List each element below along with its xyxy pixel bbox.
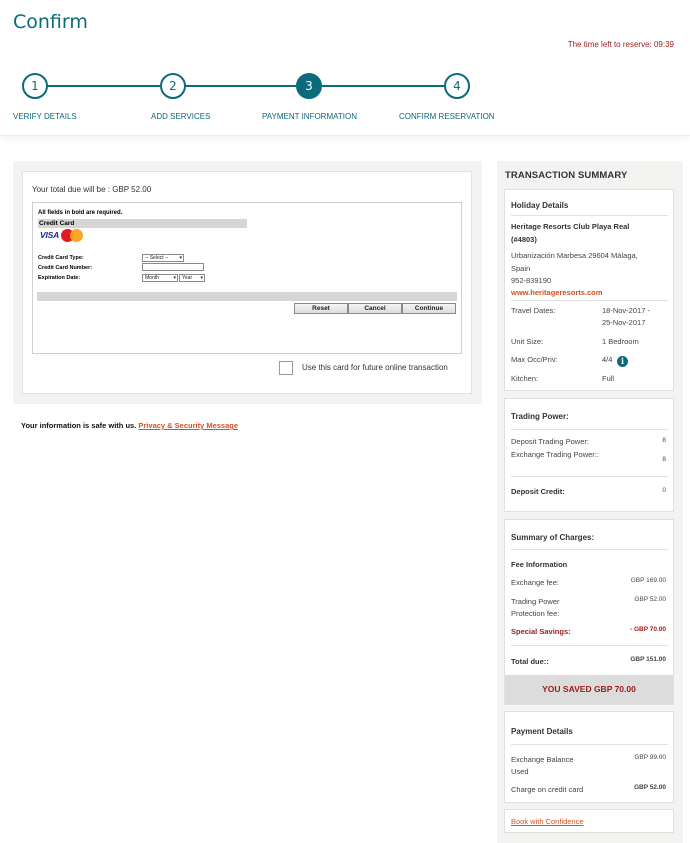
tp-fee-label-line1: Trading Power	[511, 597, 560, 606]
divider	[511, 744, 668, 745]
special-savings-label: Special Savings:	[511, 627, 571, 636]
unit-size-value: 1 Bedroom	[602, 337, 639, 346]
travel-dates-start: 18-Nov-2017 -	[602, 306, 650, 315]
reservation-timer: The time left to reserve: 09:39	[568, 40, 674, 49]
special-savings-value: - GBP 70.00	[629, 626, 666, 633]
unit-size-label: Unit Size:	[511, 337, 544, 346]
charge-card-value: GBP 52.00	[633, 784, 666, 791]
max-occ-label: Max Occ/Priv:	[511, 355, 558, 364]
step-3-label: PAYMENT INFORMATION	[262, 112, 357, 121]
travel-dates-label: Travel Dates:	[511, 306, 556, 315]
step-connector	[47, 85, 160, 87]
exp-month-select[interactable]: Month ▾	[142, 274, 178, 282]
exp-year-value: Year	[182, 275, 193, 281]
exp-year-select[interactable]: Year ▾	[179, 274, 205, 282]
continue-button[interactable]: Continue	[402, 303, 456, 314]
step-connector	[186, 85, 296, 87]
total-due-label: Total due::	[511, 657, 549, 666]
exp-month-value: Month	[145, 275, 159, 281]
travel-dates-end: 25-Nov-2017	[602, 318, 646, 327]
exchange-trading-label: Exchange Trading Power::	[511, 450, 599, 459]
info-icon[interactable]: i	[617, 356, 628, 367]
deposit-trading-label: Deposit Trading Power:	[511, 437, 589, 446]
divider	[511, 549, 668, 550]
timer-label: The time left to reserve:	[567, 40, 652, 49]
step-2-circle[interactable]: 2	[160, 73, 186, 99]
divider	[511, 645, 668, 646]
timer-value: 09:39	[653, 40, 674, 49]
step-3-circle: 3	[296, 73, 322, 99]
balance-used-label-line1: Exchange Balance	[511, 755, 574, 764]
fee-info-label: Fee Information	[511, 560, 568, 569]
balance-used-label-line2: Used	[511, 767, 529, 776]
exchange-trading-value: 8	[662, 456, 666, 463]
step-1-circle[interactable]: 1	[22, 73, 48, 99]
resort-name-line1: Heritage Resorts Club Playa Real	[511, 222, 630, 231]
resort-address-line2: Spain	[511, 264, 531, 273]
reset-button[interactable]: Reset	[294, 303, 348, 314]
expiration-label: Expiration Date:	[38, 275, 81, 281]
card-type-value: -- Select --	[145, 255, 169, 261]
resort-phone: 952-839190	[511, 276, 552, 285]
max-occ-value: 4/4	[602, 355, 613, 364]
deposit-credit-value: 0	[662, 487, 666, 494]
chevron-down-icon: ▾	[179, 255, 182, 261]
step-4-label: CONFIRM RESERVATION	[399, 112, 495, 121]
tp-fee-label-line2: Protection fee:	[511, 609, 560, 618]
exchange-fee-value: GBP 169.00	[630, 577, 666, 584]
chevron-down-icon: ▾	[173, 275, 176, 281]
step-1-label[interactable]: VERIFY DETAILS	[13, 112, 77, 121]
mastercard-logo	[61, 229, 83, 242]
resort-website-link[interactable]: www.heritageresorts.com	[511, 288, 602, 297]
credit-card-title: Credit Card	[38, 219, 247, 228]
step-4-circle: 4	[444, 73, 470, 99]
exchange-fee-label: Exchange fee:	[511, 578, 559, 587]
book-confidence-link[interactable]: Book with Confidence	[511, 817, 584, 826]
card-type-label: Credit Card Type:	[38, 255, 84, 261]
resort-address-line1: Urbanización Marbesa 29604 Málaga,	[511, 251, 638, 260]
deposit-credit-label: Deposit Credit:	[511, 487, 565, 496]
chevron-down-icon: ▾	[200, 275, 203, 281]
resort-name-line2: (#4803)	[511, 235, 537, 244]
card-number-input[interactable]	[142, 263, 204, 271]
page-title: Confirm	[13, 11, 88, 33]
required-note: All fields in bold are required.	[38, 210, 123, 216]
form-divider-bar	[37, 292, 457, 301]
kitchen-value: Full	[602, 374, 615, 383]
balance-used-value: GBP 99.00	[634, 754, 666, 761]
future-use-label: Use this card for future online transact…	[302, 363, 448, 372]
visa-logo: VISA	[40, 230, 60, 240]
kitchen-label: Kitchen:	[511, 374, 539, 383]
trading-power-heading: Trading Power:	[511, 412, 569, 421]
divider	[511, 476, 668, 477]
step-2-label[interactable]: ADD SERVICES	[151, 112, 210, 121]
security-text: Your information is safe with us.	[21, 421, 137, 430]
total-due-value: GBP 151.00	[630, 656, 666, 663]
deposit-trading-value: 8	[662, 437, 666, 444]
charge-card-label: Charge on credit card	[511, 785, 584, 794]
security-message: Your information is safe with us. Privac…	[21, 421, 238, 430]
privacy-security-link[interactable]: Privacy & Security Message	[138, 421, 238, 430]
total-due-text: Your total due will be : GBP 52.00	[32, 185, 152, 194]
holiday-details-heading: Holiday Details	[511, 201, 569, 210]
tp-fee-value: GBP 52.00	[634, 596, 666, 603]
payment-details-heading: Payment Details	[511, 727, 573, 736]
progress-steps	[0, 58, 690, 136]
charges-heading: Summary of Charges:	[511, 533, 595, 542]
card-number-label: Credit Card Number:	[38, 265, 93, 271]
card-type-select[interactable]: -- Select -- ▾	[142, 254, 184, 262]
summary-title: TRANSACTION SUMMARY	[505, 170, 628, 181]
cancel-button[interactable]: Cancel	[348, 303, 402, 314]
savings-banner: YOU SAVED GBP 70.00	[505, 675, 673, 704]
divider	[511, 215, 668, 216]
future-use-checkbox[interactable]	[279, 361, 293, 375]
divider	[511, 300, 668, 301]
step-connector	[322, 85, 444, 87]
divider	[511, 429, 668, 430]
